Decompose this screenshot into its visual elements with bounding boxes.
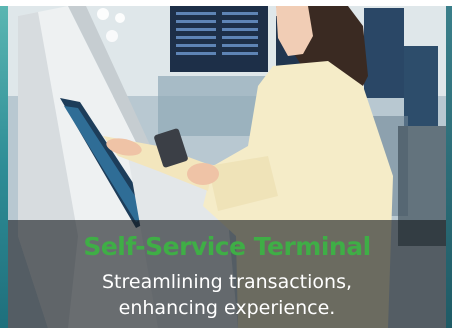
card-right-edge <box>446 6 452 328</box>
caption-subtitle-line-1: Streamlining transactions, <box>101 271 353 293</box>
caption-subtitle-line-2: enhancing experience. <box>118 297 336 319</box>
image-card: Self-Service Terminal Streamlining trans… <box>0 0 452 328</box>
card-left-edge <box>0 6 8 328</box>
caption-title: Self-Service Terminal <box>83 232 371 261</box>
caption-subtitle: Streamlining transactions, enhancing exp… <box>8 269 446 321</box>
kiosk-photo: Self-Service Terminal Streamlining trans… <box>8 6 446 328</box>
